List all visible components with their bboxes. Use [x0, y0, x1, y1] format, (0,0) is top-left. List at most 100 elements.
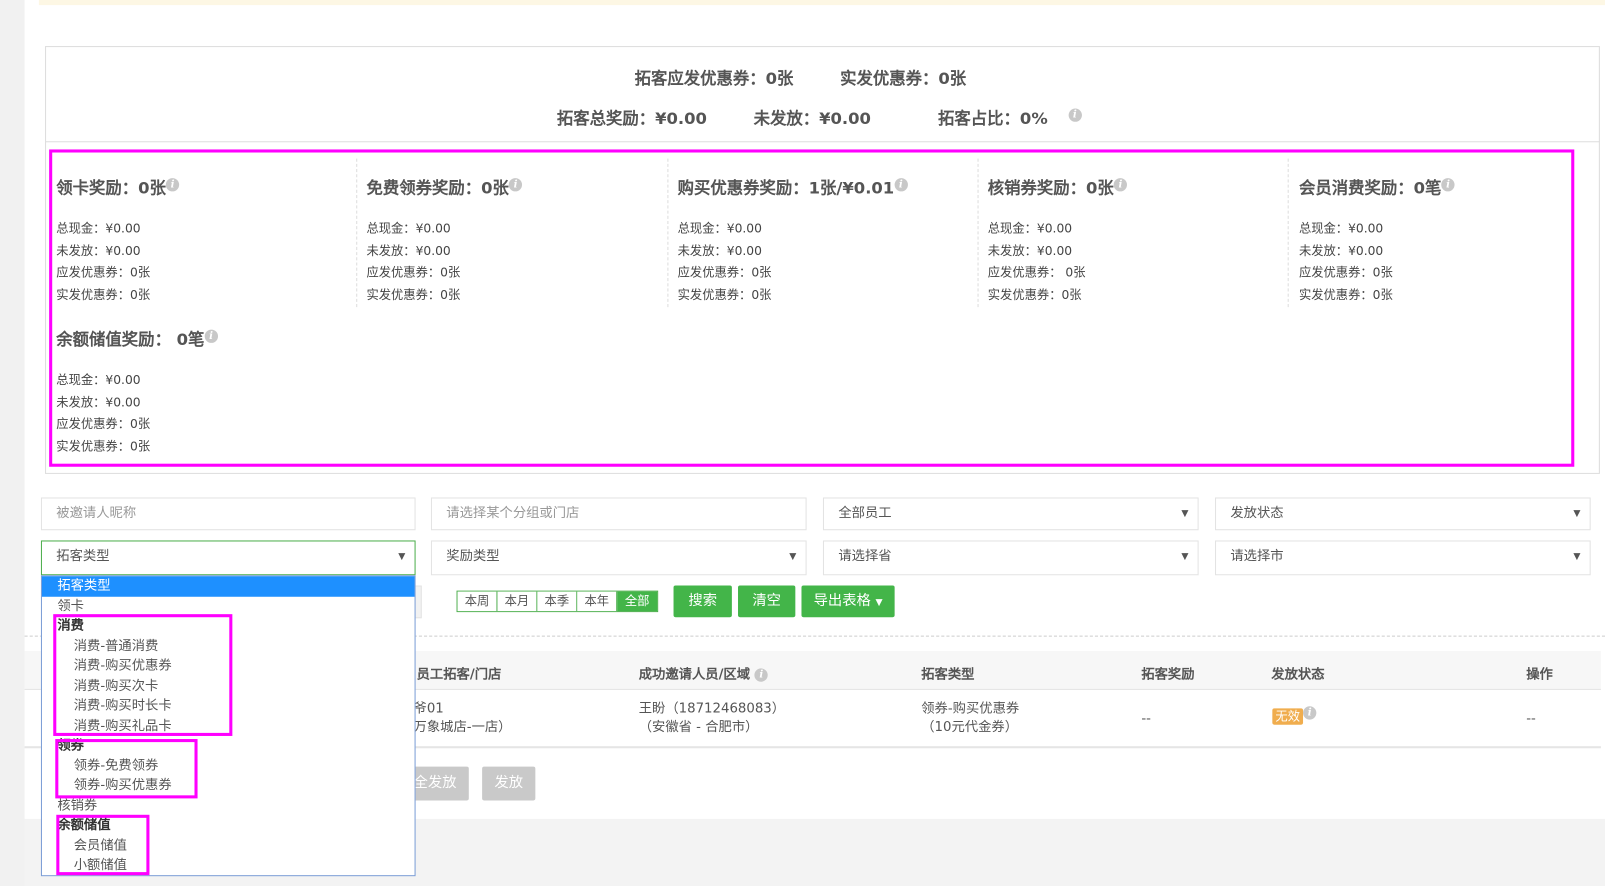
- col-staff-store: 员工拓客/门店: [416, 667, 502, 683]
- caret-down-icon: ▼: [1181, 551, 1189, 562]
- reward-title-text: 领卡奖励：0张: [56, 178, 166, 198]
- summary-line-2: 拓客总奖励：¥0.00 未发放：¥0.00 拓客占比：0% i: [536, 104, 1102, 129]
- caret-down-icon: ▼: [1181, 508, 1189, 519]
- info-icon[interactable]: i: [754, 668, 768, 682]
- region: （安徽省 - 合肥市）: [638, 719, 759, 735]
- group-store-input[interactable]: 请选择某个分组或门店: [430, 497, 807, 531]
- reward-card-line: 总现金：¥0.00: [366, 221, 451, 236]
- info-icon[interactable]: i: [508, 177, 523, 192]
- col-status: 发放状态: [1271, 667, 1325, 683]
- export-button[interactable]: 导出表格 ▼: [801, 585, 895, 618]
- status-badge: 无效: [1272, 708, 1304, 726]
- province-value: 请选择省: [838, 548, 892, 565]
- reward-card: 购买优惠券奖励：1张/¥0.01 i 总现金：¥0.00 未发放：¥0.00 应发优惠券…: [678, 174, 985, 306]
- col-action: 操作: [1526, 667, 1553, 683]
- reward-card-line: 总现金：¥0.00: [677, 221, 762, 236]
- reward-card-title: 会员消费奖励：0笔 i: [1298, 174, 1605, 198]
- province-select[interactable]: 请选择省 ▼: [822, 540, 1199, 576]
- info-icon[interactable]: i: [1441, 177, 1455, 192]
- caret-down-icon: ▼: [789, 551, 797, 562]
- summary-divider: [45, 141, 1600, 143]
- reward-card-title: 核销券奖励：0张 i: [987, 174, 1295, 198]
- search-button[interactable]: 搜索: [673, 585, 732, 618]
- info-icon[interactable]: i: [1068, 108, 1082, 122]
- action-cell: --: [1526, 711, 1536, 727]
- reward-card-line: 应发优惠券：0张: [56, 416, 151, 431]
- reward-card-line: 实发优惠券：0张: [56, 287, 151, 302]
- dropdown-option-selected[interactable]: 拓客类型: [41, 576, 415, 597]
- reward-card-title: 余额储值奖励： 0笔 i: [56, 326, 363, 350]
- reward-card-line: 未发放：¥0.00: [987, 243, 1073, 258]
- reward-card-line: 实发优惠券：0张: [366, 287, 461, 302]
- date-range-group: 本周 本月 本季 本年 全部: [456, 590, 659, 613]
- staff-select-value: 全部员工: [838, 505, 892, 522]
- reward-title-text: 免费领券奖励：0张: [366, 178, 509, 198]
- col-invitee-label: 成功邀请人员/区域: [638, 667, 751, 683]
- reward-card-line: 应发优惠券： 0张: [987, 265, 1086, 280]
- reward-card-line: 应发优惠券：0张: [677, 265, 772, 280]
- reward-card-line: 总现金：¥0.00: [1298, 221, 1384, 236]
- info-icon[interactable]: i: [165, 177, 180, 192]
- reward-type-select[interactable]: 奖励类型 ▼: [430, 540, 807, 576]
- reward-card-line: 未发放：¥0.00: [56, 394, 141, 409]
- reward-card-line: 应发优惠券：0张: [56, 265, 151, 280]
- dropdown-option[interactable]: 核销券: [42, 796, 415, 816]
- reward-card: 会员消费奖励：0笔 i 总现金：¥0.00 未发放：¥0.00 应发优惠券：0张 实发优惠…: [1299, 174, 1605, 306]
- reward-card-line: 总现金：¥0.00: [56, 372, 141, 387]
- date-range-3[interactable]: 本年: [577, 591, 618, 612]
- staff-select[interactable]: 全部员工 ▼: [822, 497, 1199, 531]
- notice-bar: [38, 0, 1605, 6]
- city-value: 请选择市: [1230, 548, 1284, 565]
- reward-title-text: 余额储值奖励： 0笔: [56, 329, 205, 350]
- reward-title-text: 会员消费奖励：0笔: [1298, 178, 1442, 198]
- info-icon[interactable]: i: [1303, 706, 1317, 720]
- table-row-type: 领券-购买优惠券 （10元代金券）: [921, 700, 1019, 737]
- should-issue-coupons: 拓客应发优惠券：0张: [634, 68, 794, 89]
- summary-line-1: 拓客应发优惠券：0张 实发优惠券：0张: [614, 64, 986, 89]
- city-select[interactable]: 请选择市 ▼: [1215, 540, 1591, 576]
- reward-title-text: 购买优惠券奖励：1张/¥0.01: [677, 178, 895, 198]
- highlight-box-stored-value: [56, 814, 150, 876]
- reward-card-line: 未发放：¥0.00: [677, 243, 762, 258]
- date-range-4[interactable]: 全部: [617, 591, 658, 612]
- date-range-2[interactable]: 本季: [537, 591, 578, 612]
- info-icon[interactable]: i: [894, 177, 908, 192]
- reward-card-line: 总现金：¥0.00: [987, 221, 1073, 236]
- reward-type-value: 奖励类型: [446, 548, 500, 565]
- not-issued: 未发放：¥0.00: [753, 108, 871, 128]
- reward-card-line: 总现金：¥0.00: [56, 221, 141, 236]
- reward-card-line: 实发优惠券：0张: [677, 287, 772, 302]
- caret-down-icon: ▼: [875, 597, 883, 609]
- issue-button[interactable]: 发放: [482, 766, 536, 801]
- col-reward: 拓客奖励: [1141, 667, 1195, 683]
- reward-card-line: 未发放：¥0.00: [1298, 243, 1384, 258]
- date-range-1[interactable]: 本月: [497, 591, 538, 612]
- reward-card: 领卡奖励：0张 i 总现金：¥0.00 未发放：¥0.00 应发优惠券：0张 实发优惠券：…: [56, 174, 363, 306]
- highlight-box-consume: [53, 614, 233, 736]
- col-type: 拓客类型: [921, 667, 975, 683]
- info-icon[interactable]: i: [1113, 177, 1128, 192]
- issue-status-value: 发放状态: [1230, 505, 1284, 522]
- reward-title-text: 核销券奖励：0张: [987, 178, 1114, 198]
- date-range-0[interactable]: 本周: [457, 591, 498, 612]
- invitee: 王盼（18712468083）: [638, 701, 786, 717]
- actual-issue-coupons: 实发优惠券：0张: [840, 68, 967, 89]
- caret-down-icon: ▼: [1573, 551, 1581, 562]
- status-cell: 无效 i: [1272, 706, 1317, 727]
- type-select-value: 拓客类型: [56, 548, 110, 565]
- type-select[interactable]: 拓客类型 ▼: [40, 540, 416, 576]
- reward-card: 免费领券奖励：0张 i 总现金：¥0.00 未发放：¥0.00 应发优惠券：0张 实发优惠…: [366, 174, 673, 306]
- reward-card-line: 实发优惠券：0张: [987, 287, 1082, 302]
- info-icon[interactable]: i: [204, 329, 218, 343]
- col-invitee-region: 成功邀请人员/区域 i: [638, 663, 768, 683]
- reward-card-title: 免费领券奖励：0张 i: [366, 174, 673, 198]
- reward-card-line: 应发优惠券：0张: [1298, 265, 1393, 280]
- reward-card-title: 领卡奖励：0张 i: [56, 174, 363, 198]
- inviter-nickname-input[interactable]: 被邀请人昵称: [40, 497, 416, 531]
- issue-status-select[interactable]: 发放状态 ▼: [1215, 497, 1591, 531]
- type: 领券-购买优惠券: [921, 701, 1020, 717]
- reward-card: 核销券奖励：0张 i 总现金：¥0.00 未发放：¥0.00 应发优惠券： 0张 实发优惠…: [988, 174, 1295, 306]
- reward-card-line: 实发优惠券：0张: [56, 438, 151, 453]
- reward-card-line: 应发优惠券：0张: [366, 265, 461, 280]
- clear-button[interactable]: 清空: [738, 585, 796, 618]
